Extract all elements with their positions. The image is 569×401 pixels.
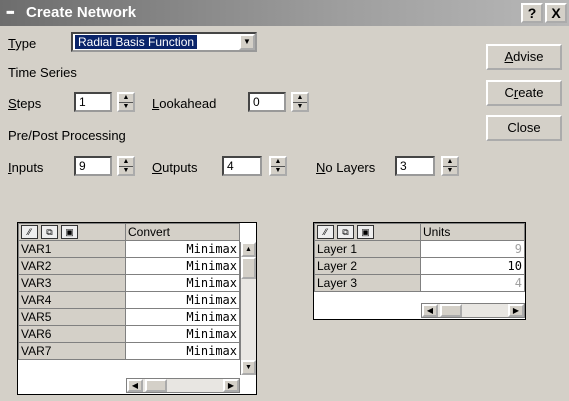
inputs-label: Inputs <box>8 160 44 175</box>
convert-column-header[interactable]: Convert <box>125 223 240 241</box>
outputs-field[interactable]: 4 <box>222 156 262 176</box>
row-value[interactable]: 10 <box>420 257 525 275</box>
table-row[interactable]: Layer 19 <box>314 240 525 258</box>
outputs-spinner[interactable]: ▲ ▼ <box>269 156 287 176</box>
horizontal-scrollbar[interactable]: ◀ ▶ <box>421 303 525 318</box>
spin-up-icon[interactable]: ▲ <box>119 94 133 102</box>
row-value[interactable]: Minimax <box>125 274 240 292</box>
row-value[interactable]: Minimax <box>125 291 240 309</box>
vertical-scrollbar[interactable]: ▲ ▼ <box>240 242 256 375</box>
advise-button[interactable]: Advise <box>486 44 562 70</box>
chart-icon[interactable]: ⁄⁄ <box>317 225 334 240</box>
scroll-thumb[interactable] <box>440 304 462 317</box>
scroll-left-icon[interactable]: ◀ <box>127 379 143 392</box>
inputs-field[interactable]: 9 <box>74 156 112 176</box>
row-value[interactable]: 9 <box>420 240 525 258</box>
row-name: VAR7 <box>18 342 126 360</box>
row-name: VAR4 <box>18 291 126 309</box>
row-value[interactable]: Minimax <box>125 240 240 258</box>
table-row[interactable]: Layer 34 <box>314 274 525 292</box>
spin-down-icon[interactable]: ▼ <box>293 102 307 110</box>
chevron-down-icon[interactable]: ▼ <box>239 34 255 50</box>
row-value[interactable]: Minimax <box>125 325 240 343</box>
title-bar[interactable]: ▪▪▪ Create Network ? X <box>0 0 569 26</box>
no-layers-spinner[interactable]: ▲ ▼ <box>441 156 459 176</box>
inputs-spinner[interactable]: ▲ ▼ <box>117 156 135 176</box>
row-name: VAR5 <box>18 308 126 326</box>
create-button[interactable]: Create <box>486 80 562 106</box>
scroll-down-icon[interactable]: ▼ <box>241 360 256 375</box>
prepost-heading: Pre/Post Processing <box>8 128 126 143</box>
row-name: Layer 1 <box>314 240 421 258</box>
scroll-right-icon[interactable]: ▶ <box>508 304 524 317</box>
window-title: Create Network <box>26 4 137 21</box>
table-row[interactable]: VAR1 Minimax <box>18 240 240 258</box>
close-button[interactable]: Close <box>486 115 562 141</box>
row-name: VAR3 <box>18 274 126 292</box>
copy-icon[interactable]: ⧉ <box>337 225 354 240</box>
outputs-label: Outputs <box>152 160 198 175</box>
close-window-button[interactable]: X <box>545 3 567 23</box>
row-name: Layer 2 <box>314 257 421 275</box>
no-layers-field[interactable]: 3 <box>395 156 435 176</box>
spin-down-icon[interactable]: ▼ <box>119 166 133 174</box>
spin-up-icon[interactable]: ▲ <box>443 158 457 166</box>
table-row[interactable]: VAR7 Minimax <box>18 342 240 360</box>
lookahead-label: Lookahead <box>152 96 217 111</box>
scroll-thumb[interactable] <box>241 257 256 279</box>
table-row[interactable]: VAR3 Minimax <box>18 274 240 292</box>
spin-down-icon[interactable]: ▼ <box>119 102 133 110</box>
row-value[interactable]: 4 <box>420 274 525 292</box>
type-value: Radial Basis Function <box>75 35 198 49</box>
spin-down-icon[interactable]: ▼ <box>271 166 285 174</box>
grid-toolbar: ⁄⁄ ⧉ ▣ <box>18 223 126 241</box>
table-row[interactable]: Layer 2 10 <box>314 257 525 275</box>
chart-icon[interactable]: ⁄⁄ <box>21 225 38 240</box>
type-combo[interactable]: Radial Basis Function ▼ <box>71 32 257 52</box>
table-row[interactable]: VAR5 Minimax <box>18 308 240 326</box>
time-series-heading: Time Series <box>8 65 77 80</box>
spin-up-icon[interactable]: ▲ <box>119 158 133 166</box>
steps-label: Steps <box>8 96 42 111</box>
lookahead-spinner[interactable]: ▲ ▼ <box>291 92 309 112</box>
copy-icon[interactable]: ⧉ <box>41 225 58 240</box>
row-name: VAR1 <box>18 240 126 258</box>
variables-grid: ⁄⁄ ⧉ ▣ Convert VAR1 Minimax VAR2 Minimax VAR… <box>17 222 257 395</box>
steps-spinner[interactable]: ▲ ▼ <box>117 92 135 112</box>
spin-up-icon[interactable]: ▲ <box>293 94 307 102</box>
scroll-up-icon[interactable]: ▲ <box>241 242 256 257</box>
table-row[interactable]: VAR4 Minimax <box>18 291 240 309</box>
type-label: Type <box>8 36 37 51</box>
grid-header-row: ⁄⁄ ⧉ ▣ Units <box>314 223 525 241</box>
create-network-dialog: ▪▪▪ Create Network ? X Type Radial Basis… <box>0 0 569 401</box>
save-icon[interactable]: ▣ <box>61 225 78 240</box>
save-icon[interactable]: ▣ <box>357 225 374 240</box>
row-value[interactable]: Minimax <box>125 308 240 326</box>
spin-down-icon[interactable]: ▼ <box>443 166 457 174</box>
scroll-right-icon[interactable]: ▶ <box>223 379 239 392</box>
steps-field[interactable]: 1 <box>74 92 112 112</box>
row-name: Layer 3 <box>314 274 421 292</box>
no-layers-label: No Layers <box>316 160 376 175</box>
row-name: VAR6 <box>18 325 126 343</box>
scroll-thumb[interactable] <box>145 379 167 392</box>
grid-toolbar: ⁄⁄ ⧉ ▣ <box>314 223 421 241</box>
lookahead-field[interactable]: 0 <box>248 92 286 112</box>
scroll-left-icon[interactable]: ◀ <box>422 304 438 317</box>
row-value[interactable]: Minimax <box>125 257 240 275</box>
help-button[interactable]: ? <box>521 3 543 23</box>
row-name: VAR2 <box>18 257 126 275</box>
units-column-header[interactable]: Units <box>420 223 525 241</box>
table-row[interactable]: VAR2 Minimax <box>18 257 240 275</box>
grid-header-row: ⁄⁄ ⧉ ▣ Convert <box>18 223 240 241</box>
spin-up-icon[interactable]: ▲ <box>271 158 285 166</box>
layers-grid: ⁄⁄ ⧉ ▣ Units Layer 19 Layer 2 10 Layer 34 ◀… <box>313 222 526 320</box>
app-icon: ▪▪▪ <box>6 5 15 19</box>
horizontal-scrollbar[interactable]: ◀ ▶ <box>126 378 240 393</box>
row-value[interactable]: Minimax <box>125 342 240 360</box>
table-row[interactable]: VAR6 Minimax <box>18 325 240 343</box>
